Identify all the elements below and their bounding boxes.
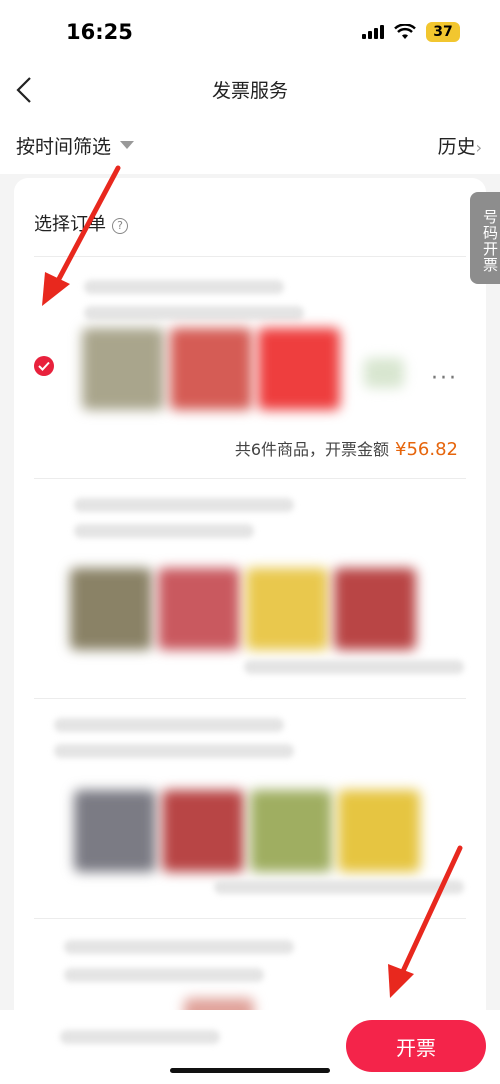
- home-indicator: [170, 1068, 330, 1073]
- divider: [34, 256, 466, 257]
- wifi-icon: [394, 24, 416, 39]
- order-item[interactable]: ··· 共6件商品，开票金额 ¥56.82: [34, 268, 466, 478]
- product-thumbnail: [82, 328, 164, 410]
- product-thumbnail: [258, 328, 340, 410]
- order-date-obscured: [64, 968, 264, 982]
- history-link[interactable]: 历史›: [438, 132, 482, 159]
- order-date-obscured: [74, 524, 254, 538]
- product-thumbnail: [250, 790, 332, 872]
- cellular-signal-icon: [362, 25, 384, 39]
- product-thumbnail: [70, 568, 152, 650]
- product-thumbnail: [162, 790, 244, 872]
- product-thumbnail: [338, 790, 420, 872]
- filter-bar: 按时间筛选 历史›: [0, 118, 500, 174]
- order-item[interactable]: [34, 708, 466, 918]
- section-header: 选择订单?: [34, 210, 128, 236]
- order-checkbox-checked[interactable]: [34, 356, 54, 376]
- product-thumbnail: [364, 358, 404, 388]
- store-name-obscured: [84, 280, 284, 294]
- section-title: 选择订单: [34, 214, 106, 235]
- page-title: 发票服务: [211, 80, 288, 102]
- chevron-right-icon: ›: [475, 138, 482, 157]
- help-icon[interactable]: ?: [112, 218, 128, 234]
- status-icons: 37: [362, 22, 460, 42]
- product-thumbnail: [74, 790, 156, 872]
- nav-bar: 发票服务: [0, 64, 500, 118]
- order-list-card: 选择订单? ··· 共6件商品，开票金额 ¥56.82: [14, 178, 486, 1078]
- order-summary-obscured: [214, 880, 464, 894]
- caret-down-icon: [120, 141, 134, 149]
- product-thumbnail: [334, 568, 416, 650]
- order-summary-text: 共6件商品，开票金额: [234, 440, 390, 459]
- order-summary-obscured: [244, 660, 464, 674]
- store-name-obscured: [54, 718, 284, 732]
- divider: [34, 918, 466, 919]
- divider: [34, 478, 466, 479]
- more-products-icon: ···: [431, 366, 458, 391]
- product-thumbnail: [158, 568, 240, 650]
- status-bar: 16:25 37: [0, 0, 500, 64]
- product-thumbnail: [170, 328, 252, 410]
- order-date-obscured: [84, 306, 304, 320]
- store-name-obscured: [74, 498, 294, 512]
- status-time: 16:25: [66, 20, 133, 44]
- checkmark-icon: [38, 361, 50, 371]
- total-obscured: [60, 1030, 220, 1044]
- number-invoice-tab[interactable]: 号码开票: [470, 192, 500, 284]
- time-filter-dropdown[interactable]: 按时间筛选: [16, 132, 111, 159]
- battery-indicator: 37: [426, 22, 460, 42]
- order-item[interactable]: [34, 488, 466, 698]
- order-date-obscured: [54, 744, 294, 758]
- product-thumbnail: [246, 568, 328, 650]
- invoice-amount: ¥56.82: [395, 439, 458, 460]
- store-name-obscured: [64, 940, 294, 954]
- issue-invoice-button[interactable]: 开票: [346, 1020, 486, 1072]
- order-summary: 共6件商品，开票金额 ¥56.82: [235, 436, 458, 460]
- history-label: 历史: [437, 136, 476, 158]
- divider: [34, 698, 466, 699]
